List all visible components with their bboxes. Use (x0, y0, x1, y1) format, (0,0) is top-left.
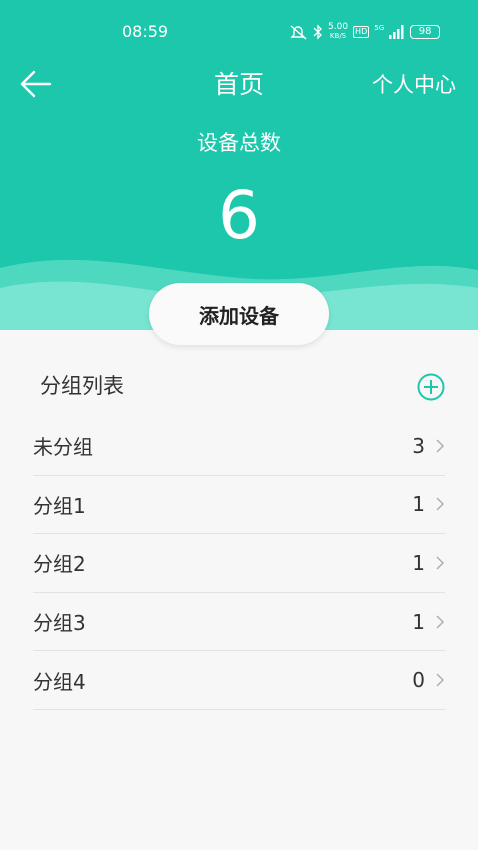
group-row-ungrouped[interactable]: 未分组 3 (33, 417, 445, 476)
add-device-button[interactable]: 添加设备 (149, 283, 329, 345)
mute-icon (290, 25, 307, 40)
group-row-3[interactable]: 分组3 1 (33, 593, 445, 652)
chevron-right-icon (436, 439, 444, 453)
signal-icon (389, 25, 404, 39)
net-speed-unit: KB/S (329, 32, 347, 40)
device-count-label: 设备总数 (197, 131, 281, 155)
profile-link[interactable]: 个人中心 (372, 70, 456, 100)
group-list-title: 分组列表 (40, 374, 124, 398)
group-count: 1 (412, 609, 425, 634)
group-name: 分组1 (33, 493, 86, 518)
home-screen: 08:59 5.00 KB/S HD 5G 98 首页 个人中心 设备总数 6 … (0, 0, 478, 850)
group-count: 1 (412, 492, 425, 517)
group-name: 未分组 (33, 435, 93, 460)
group-row-4[interactable]: 分组4 0 (33, 651, 445, 710)
plus-circle-icon[interactable] (416, 372, 446, 402)
group-count: 0 (412, 668, 425, 693)
chevron-right-icon (436, 615, 444, 629)
hd-badge: HD (353, 26, 370, 38)
group-name: 分组3 (33, 611, 86, 636)
group-count: 1 (412, 550, 425, 575)
status-icons: 5.00 KB/S HD 5G 98 (290, 22, 441, 42)
bluetooth-icon (313, 24, 322, 40)
net-speed: 5.00 KB/S (328, 23, 348, 41)
device-count-value: 6 (218, 177, 260, 254)
group-row-1[interactable]: 分组1 1 (33, 476, 445, 535)
status-time: 08:59 (122, 22, 169, 41)
header-banner: 08:59 5.00 KB/S HD 5G 98 首页 个人中心 设备总数 6 (0, 0, 478, 330)
group-list: 未分组 3 分组1 1 分组2 1 分组3 1 分组4 0 (33, 417, 445, 710)
chevron-right-icon (436, 497, 444, 511)
chevron-right-icon (436, 673, 444, 687)
battery-indicator: 98 (410, 25, 441, 39)
network-type: 5G (374, 24, 385, 32)
net-speed-value: 5.00 (328, 22, 349, 32)
chevron-right-icon (436, 556, 444, 570)
status-bar: 08:59 5.00 KB/S HD 5G 98 (0, 0, 478, 62)
group-name: 分组4 (33, 669, 86, 694)
group-name: 分组2 (33, 552, 86, 577)
group-count: 3 (412, 433, 425, 458)
group-row-2[interactable]: 分组2 1 (33, 534, 445, 593)
